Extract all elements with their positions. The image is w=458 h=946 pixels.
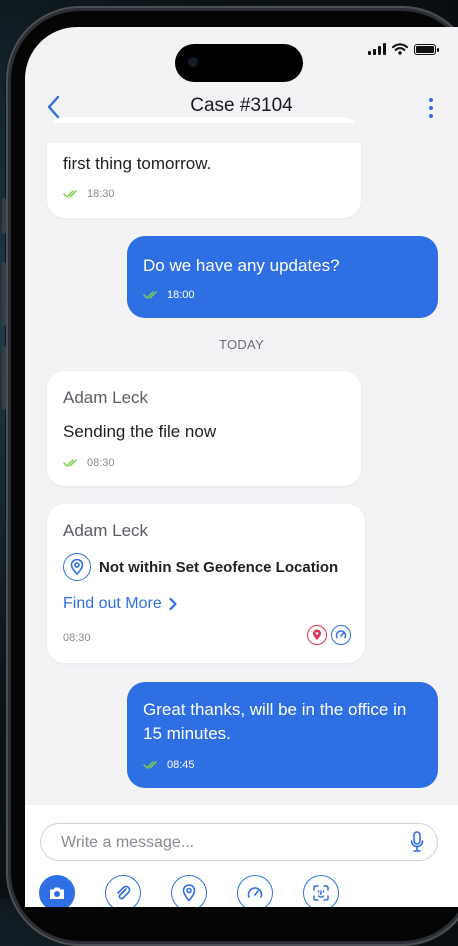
chevron-right-icon: [169, 597, 177, 611]
attach-button[interactable]: [105, 875, 141, 907]
message-text: Do we have any updates?: [143, 256, 340, 275]
geofence-alert-text: Not within Set Geofence Location: [99, 558, 339, 576]
double-check-icon: [63, 459, 77, 468]
sender-name: Adam Leck: [63, 388, 149, 407]
front-camera: [188, 57, 198, 67]
battery-icon: [414, 43, 439, 55]
message-composer: [25, 805, 458, 907]
message-meta: 08:30: [63, 632, 91, 644]
phone-side-button: [2, 262, 6, 326]
message-meta: 18:00: [143, 289, 195, 301]
microphone-icon[interactable]: [409, 830, 425, 854]
header-backdrop: [25, 123, 458, 143]
message-meta: 08:30: [63, 457, 115, 469]
phone-side-button: [2, 198, 6, 234]
more-options-button[interactable]: [424, 93, 438, 123]
message-text: first thing tomorrow.: [63, 154, 212, 173]
double-check-icon: [143, 761, 157, 770]
face-scan-button[interactable]: [303, 875, 339, 907]
message-bubble-outgoing: Great thanks, will be in the office in 1…: [127, 682, 438, 788]
message-time: 08:30: [63, 632, 91, 644]
double-check-icon: [63, 190, 77, 199]
message-time: 08:45: [167, 759, 195, 771]
location-pin-icon: [182, 884, 196, 902]
day-separator: TODAY: [218, 337, 265, 352]
sender-name: Adam Leck: [63, 521, 149, 540]
find-out-more-link[interactable]: Find out More: [63, 595, 178, 613]
location-pin-icon: [307, 625, 327, 645]
message-time: 18:30: [87, 188, 115, 200]
page-title: Case #3104: [190, 95, 293, 116]
message-bubble-incoming: Adam Leck Sending the file now 08:30: [47, 371, 361, 486]
message-time: 18:00: [167, 289, 195, 301]
face-scan-icon: [313, 885, 329, 901]
speedometer-icon: [331, 625, 351, 645]
location-pin-icon: [63, 553, 91, 581]
message-time: 08:30: [87, 457, 115, 469]
message-meta: 18:30: [63, 188, 115, 200]
geofence-alert-row: Not within Set Geofence Location: [63, 553, 338, 581]
geofence-alert-card: Adam Leck Not within Set Geofence Locati…: [47, 504, 365, 663]
message-text: Sending the file now: [63, 422, 217, 441]
message-text: Great thanks, will be in the office in 1…: [143, 700, 407, 743]
message-input-wrapper: [40, 823, 438, 861]
paperclip-icon: [117, 885, 131, 900]
signal-icon: [368, 43, 386, 55]
wifi-icon: [392, 43, 408, 55]
message-bubble-outgoing: Do we have any updates? 18:00: [127, 236, 438, 318]
app-screen: Case #3104 first thing tomorrow. 18:30 D…: [25, 27, 458, 907]
phone-side-button: [2, 346, 6, 410]
link-label: Find out More: [63, 595, 162, 612]
location-button[interactable]: [171, 875, 207, 907]
double-check-icon: [143, 291, 157, 300]
composer-toolbar: [39, 875, 339, 907]
message-meta: 08:45: [143, 759, 195, 771]
more-vertical-icon: [429, 98, 433, 102]
status-bar: [368, 43, 439, 55]
message-input[interactable]: [59, 824, 393, 861]
dynamic-island: [175, 44, 303, 82]
camera-button[interactable]: [39, 875, 75, 907]
alert-badges: [307, 625, 351, 645]
speed-button[interactable]: [237, 875, 273, 907]
